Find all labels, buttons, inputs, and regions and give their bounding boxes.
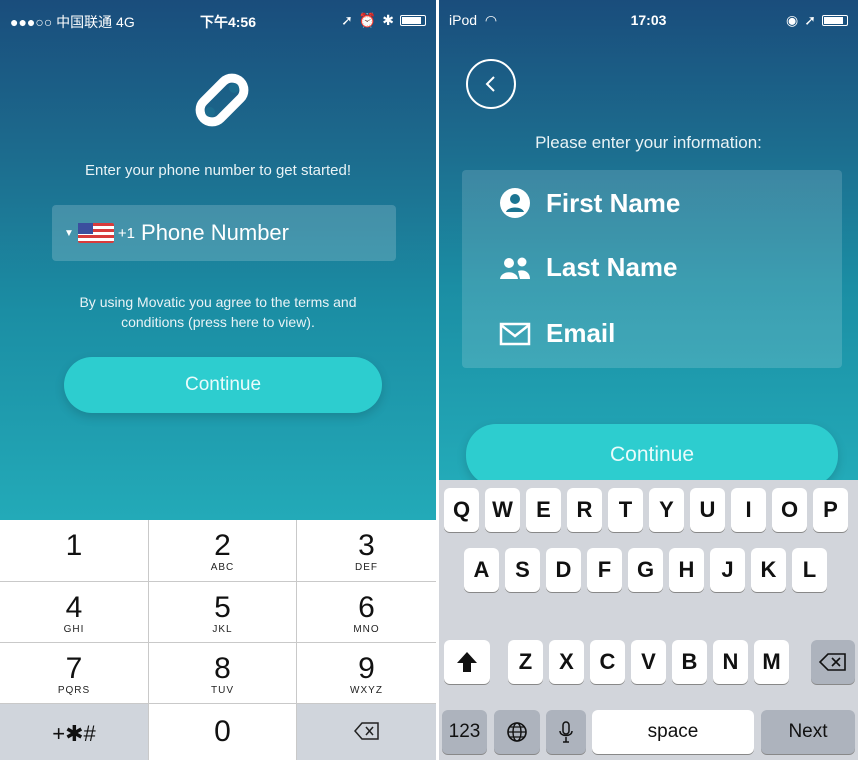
- key-r[interactable]: R: [567, 488, 602, 532]
- numbers-key[interactable]: 123: [442, 710, 487, 754]
- battery-icon: [400, 15, 426, 26]
- microphone-icon: [559, 721, 573, 743]
- key-g[interactable]: G: [628, 548, 663, 592]
- key-5[interactable]: 5 JKL: [149, 582, 297, 643]
- lock-rotation-icon: ◉: [786, 12, 799, 28]
- info-prompt: Please enter your information:: [535, 133, 762, 152]
- key-i[interactable]: I: [731, 488, 766, 532]
- key-z[interactable]: Z: [508, 640, 543, 684]
- us-flag-icon[interactable]: [77, 223, 114, 243]
- shift-icon: [457, 652, 477, 672]
- status-icons: ◉ ➚: [786, 12, 848, 29]
- phone-number-field[interactable]: ▼ +1 Phone Number: [52, 205, 396, 261]
- key-b[interactable]: B: [672, 640, 707, 684]
- key-e[interactable]: E: [526, 488, 561, 532]
- continue-button[interactable]: Continue: [466, 424, 838, 486]
- key-1[interactable]: 1: [0, 520, 149, 582]
- last-name-field[interactable]: Last Name: [498, 252, 678, 283]
- delete-key[interactable]: [297, 704, 436, 760]
- headline: Enter your phone number to get started!: [85, 162, 351, 179]
- key-v[interactable]: V: [631, 640, 666, 684]
- key-w[interactable]: W: [485, 488, 520, 532]
- key-d[interactable]: D: [546, 548, 581, 592]
- phone-input[interactable]: Phone Number: [141, 220, 289, 246]
- first-name-field[interactable]: First Name: [498, 186, 680, 220]
- globe-key[interactable]: [494, 710, 540, 754]
- key-s[interactable]: S: [505, 548, 540, 592]
- key-k[interactable]: K: [751, 548, 786, 592]
- shift-key[interactable]: [444, 640, 490, 684]
- continue-button[interactable]: Continue: [64, 357, 382, 413]
- key-7[interactable]: 7 PQRS: [0, 643, 149, 704]
- globe-icon: [507, 722, 527, 742]
- status-bar: iPod ◠ 17:03 ◉ ➚: [439, 0, 858, 40]
- status-icons: ➚ ⏰ ✱: [341, 12, 426, 29]
- backspace-icon: [353, 722, 379, 740]
- chevron-left-icon: [485, 76, 495, 92]
- key-m[interactable]: M: [754, 640, 789, 684]
- key-9[interactable]: 9 WXYZ: [297, 643, 436, 704]
- key-0[interactable]: 0: [149, 704, 297, 760]
- location-icon: ➚: [341, 12, 353, 28]
- key-4[interactable]: 4 GHI: [0, 582, 149, 643]
- movatic-logo-icon: [195, 73, 249, 127]
- key-h[interactable]: H: [669, 548, 704, 592]
- key-f[interactable]: F: [587, 548, 622, 592]
- key-l[interactable]: L: [792, 548, 827, 592]
- key-j[interactable]: J: [710, 548, 745, 592]
- terms-link[interactable]: By using Movatic you agree to the terms …: [55, 292, 381, 332]
- key-t[interactable]: T: [608, 488, 643, 532]
- keyboard: Q W E R T Y U I O P A S D F G H J K L Z …: [439, 480, 858, 760]
- user-circle-icon: [500, 188, 530, 218]
- back-button[interactable]: [466, 59, 516, 109]
- dropdown-caret-icon[interactable]: ▼: [64, 228, 74, 239]
- phone-entry-screen: ●●●○○ 中国联通 4G 下午4:56 ➚ ⏰ ✱ Enter your ph…: [0, 0, 436, 760]
- battery-icon: [822, 15, 848, 26]
- key-x[interactable]: X: [549, 640, 584, 684]
- users-icon: [500, 257, 530, 279]
- key-2[interactable]: 2 ABC: [149, 520, 297, 582]
- key-6[interactable]: 6 MNO: [297, 582, 436, 643]
- bluetooth-icon: ✱: [382, 12, 394, 28]
- backspace-icon: [818, 653, 846, 671]
- microphone-key[interactable]: [546, 710, 586, 754]
- key-u[interactable]: U: [690, 488, 725, 532]
- key-symbols[interactable]: +✱#: [0, 704, 149, 760]
- key-y[interactable]: Y: [649, 488, 684, 532]
- status-bar: ●●●○○ 中国联通 4G 下午4:56 ➚ ⏰ ✱: [0, 0, 436, 40]
- key-q[interactable]: Q: [444, 488, 479, 532]
- key-8[interactable]: 8 TUV: [149, 643, 297, 704]
- key-n[interactable]: N: [713, 640, 748, 684]
- country-code: +1: [117, 224, 136, 242]
- backspace-key[interactable]: [811, 640, 855, 684]
- key-3[interactable]: 3 DEF: [297, 520, 436, 582]
- space-key[interactable]: space: [592, 710, 754, 754]
- info-form: First Name Last Name Email: [462, 170, 842, 368]
- envelope-icon: [499, 322, 531, 345]
- info-entry-screen: iPod ◠ 17:03 ◉ ➚ Please enter your infor…: [439, 0, 858, 760]
- key-a[interactable]: A: [464, 548, 499, 592]
- location-icon: ➚: [804, 12, 816, 28]
- key-o[interactable]: O: [772, 488, 807, 532]
- next-key[interactable]: Next: [761, 710, 855, 754]
- alarm-icon: ⏰: [358, 12, 377, 28]
- numeric-keypad: 1 2 ABC 3 DEF 4 GHI 5 JKL 6 MNO 7 PQRS 8: [0, 520, 436, 760]
- key-c[interactable]: C: [590, 640, 625, 684]
- key-p[interactable]: P: [813, 488, 848, 532]
- email-field[interactable]: Email: [498, 318, 615, 349]
